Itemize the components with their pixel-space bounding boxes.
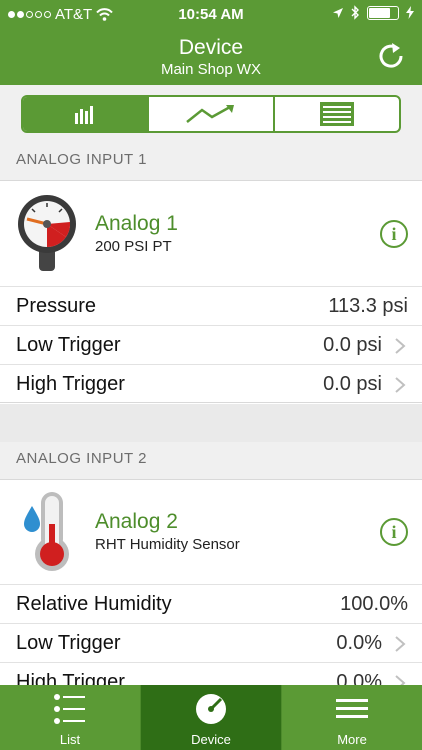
analog-2-card[interactable]: Analog 2 RHT Humidity Sensor i [0,480,422,584]
analog-1-title: Analog 1 [95,212,178,235]
row-low-trigger-2[interactable]: Low Trigger 0.0% [0,623,422,662]
info-icon[interactable]: i [380,518,408,546]
status-bar: AT&T 10:54 AM [0,0,422,30]
refresh-icon[interactable] [376,40,406,70]
tab-device[interactable]: Device [141,685,282,750]
chevron-right-icon [395,377,406,393]
chevron-right-icon [395,338,406,354]
page-title: Device [178,36,244,59]
section-spacer [0,404,422,442]
row-high-trigger-1[interactable]: High Trigger 0.0 psi [0,364,422,403]
bluetooth-icon [351,5,359,20]
section-header-analog-2: ANALOG INPUT 2 [0,442,422,480]
analog-2-title: Analog 2 [95,510,178,533]
charging-bolt-icon [406,6,414,19]
page-subtitle: Main Shop WX [160,61,262,78]
list-table-icon [320,102,354,126]
tab-bar: List Device More [0,685,422,750]
segment-trend[interactable] [149,97,275,131]
row-relative-humidity: Relative Humidity 100.0% [0,584,422,623]
view-segmented-control [21,95,401,133]
status-right [332,5,414,20]
location-arrow-icon [333,7,343,18]
segment-list[interactable] [275,97,399,131]
tab-more[interactable]: More [282,685,422,750]
section-header-analog-1: ANALOG INPUT 1 [0,143,422,181]
row-low-trigger-1[interactable]: Low Trigger 0.0 psi [0,325,422,364]
battery-icon [367,5,399,20]
thermometer-drop-icon [24,492,69,571]
trend-line-icon [186,105,234,123]
chevron-right-icon [395,636,406,652]
analog-1-subtitle: 200 PSI PT [95,238,172,255]
pressure-gauge-icon [18,195,76,271]
tab-list[interactable]: List [0,685,141,750]
menu-icon [336,699,368,718]
segmented-control-area [0,85,422,143]
analog-1-card[interactable]: Analog 1 200 PSI PT i [0,181,422,286]
list-icon [54,694,85,724]
info-icon[interactable]: i [380,220,408,248]
row-pressure: Pressure 113.3 psi [0,286,422,325]
gauge-icon [196,694,226,724]
bar-chart-icon [75,106,93,124]
segment-bar-chart[interactable] [23,97,149,131]
header: AT&T 10:54 AM Device Main Shop WX [0,0,422,85]
analog-2-subtitle: RHT Humidity Sensor [95,536,240,553]
